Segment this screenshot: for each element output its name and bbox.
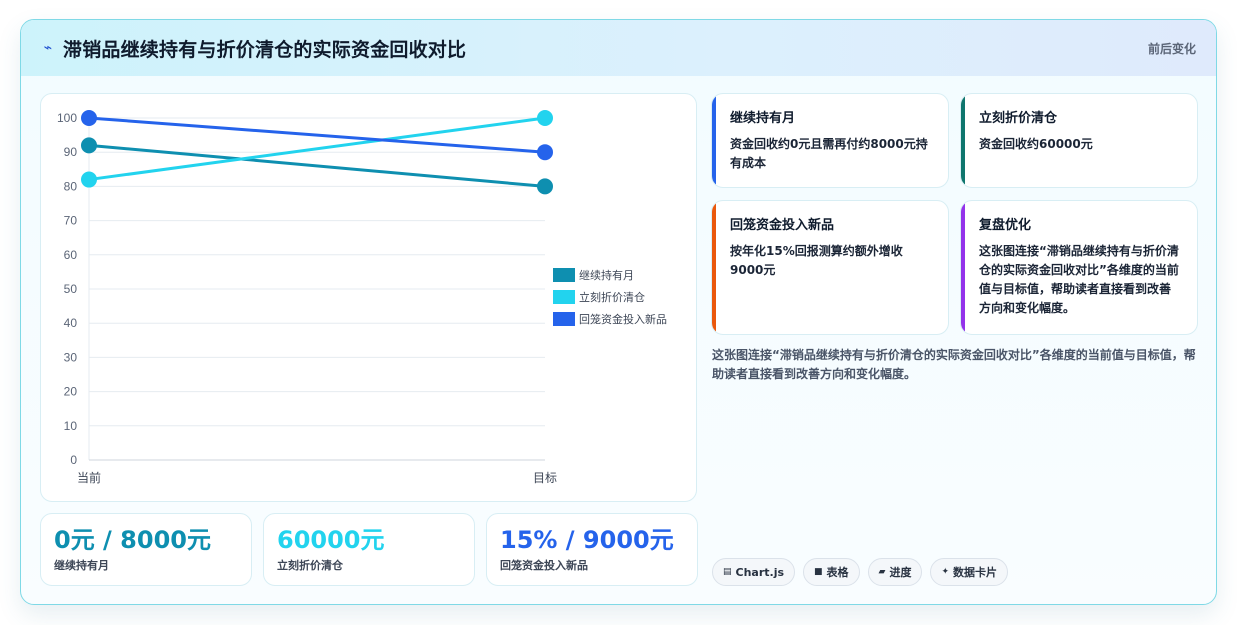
info-card-title: 立刻折价清仓 [979,111,1058,126]
data-point [537,110,553,126]
series-line [88,143,546,188]
tag-label: Chart.js [735,565,785,579]
info-card-reinvest: 回笼资金投入新品 按年化15%回报测算约额外增收9000元 [711,200,949,335]
info-card-clearance: 立刻折价清仓 资金回收约60000元 [960,93,1198,188]
summary-text: 这张图连接“滞销品继续持有与折价清仓的实际资金回收对比”各维度的当前值与目标值，… [712,348,1196,381]
info-card-title: 复盘优化 [979,218,1032,233]
progress-icon: ▰ [878,567,886,577]
chart-icon: ▤ [723,567,732,577]
y-tick-label: 40 [64,316,78,330]
y-tick-label: 90 [64,145,78,159]
y-tick-label: 0 [70,453,77,467]
legend-swatch [553,268,575,282]
y-tick-label: 10 [64,419,78,433]
tag-table[interactable]: ■ 表格 [803,558,860,586]
kpi-card-hold: 0元 / 8000元 继续持有月 [40,513,252,586]
header-right-label: 前后变化 [1147,41,1196,56]
info-card-text: 按年化15%回报测算约额外增收9000元 [730,244,903,277]
kpi-label: 继续持有月 [54,559,109,572]
y-tick-label: 50 [64,282,78,296]
tag-progress[interactable]: ▰ 进度 [867,558,923,586]
info-card-text: 资金回收约60000元 [979,137,1093,151]
chart-panel: 0 10 20 30 40 50 60 70 80 90 100 当前 目标 继续持有月立刻折价清仓回笼资… [40,93,697,502]
x-tick-label: 目标 [533,471,557,485]
data-point [81,171,97,188]
accent-bar [961,94,965,187]
y-tick-label: 70 [64,214,78,228]
tag-label: 数据卡片 [953,566,998,579]
info-card-title: 回笼资金投入新品 [730,218,835,233]
legend-swatch [553,290,575,304]
info-card-hold: 继续持有月 资金回收约0元且需再付约8000元持有成本 [711,93,949,188]
kpi-label: 回笼资金投入新品 [500,559,588,572]
data-point [537,178,553,195]
kpi-label: 立刻折价清仓 [277,559,343,572]
sparkle-icon: ✦ [941,567,950,577]
y-tick-label: 30 [64,350,78,364]
info-card-title: 继续持有月 [730,111,796,126]
info-card-review: 复盘优化 这张图连接“滞销品继续持有与折价清仓的实际资金回收对比”各维度的当前值… [960,200,1198,335]
kpi-value: 60000元 [277,526,385,554]
legend-label: 继续持有月 [579,268,634,282]
table-icon: ■ [814,567,823,577]
tag-row: ▤ Chart.js ■ 表格 ▰ 进度 ✦ 数据卡片 [712,558,1009,586]
kpi-card-clearance: 60000元 立刻折价清仓 [263,513,475,586]
tag-chartjs[interactable]: ▤ Chart.js [712,558,796,586]
kpi-value: 15% / 9000元 [500,526,674,554]
accent-bar [961,201,965,334]
tag-data-card[interactable]: ✦ 数据卡片 [930,558,1009,586]
x-tick-label: 当前 [77,470,101,485]
legend-label: 立刻折价清仓 [579,290,645,304]
legend-swatch [553,312,575,326]
card-header: ⌁ 滞销品继续持有与折价清仓的实际资金回收对比 前后变化 [21,20,1216,76]
accent-bar [712,94,716,187]
y-tick-label: 20 [64,385,78,399]
header-left: ⌁ 滞销品继续持有与折价清仓的实际资金回收对比 [41,35,466,62]
tag-label: 进度 [889,566,912,579]
kpi-card-reinvest: 15% / 9000元 回笼资金投入新品 [486,513,698,586]
line-chart: 0 10 20 30 40 50 60 70 80 90 100 当前 目标 继续持有月立刻折价清仓回笼资… [57,110,667,485]
y-tick-label: 100 [57,111,77,125]
legend-label: 回笼资金投入新品 [579,312,667,326]
series-line [88,116,546,154]
y-tick-label: 80 [64,179,78,193]
y-tick-label: 60 [64,248,78,262]
info-card-text: 资金回收约0元且需再付约8000元持有成本 [730,137,928,170]
data-point [81,137,97,154]
accent-bar [712,201,716,334]
tag-label: 表格 [826,566,849,579]
kpi-value: 0元 / 8000元 [54,526,211,554]
series-line [88,116,546,182]
main-card: ⌁ 滞销品继续持有与折价清仓的实际资金回收对比 前后变化 0 10 20 30 40 50… [20,19,1217,605]
data-point [81,110,97,126]
page-title: 滞销品继续持有与折价清仓的实际资金回收对比 [63,38,467,61]
data-point [537,144,553,161]
info-card-text: 这张图连接“滞销品继续持有与折价清仓的实际资金回收对比”各维度的当前值与目标值，… [979,244,1179,315]
lightning-icon: ⌁ [43,40,53,56]
